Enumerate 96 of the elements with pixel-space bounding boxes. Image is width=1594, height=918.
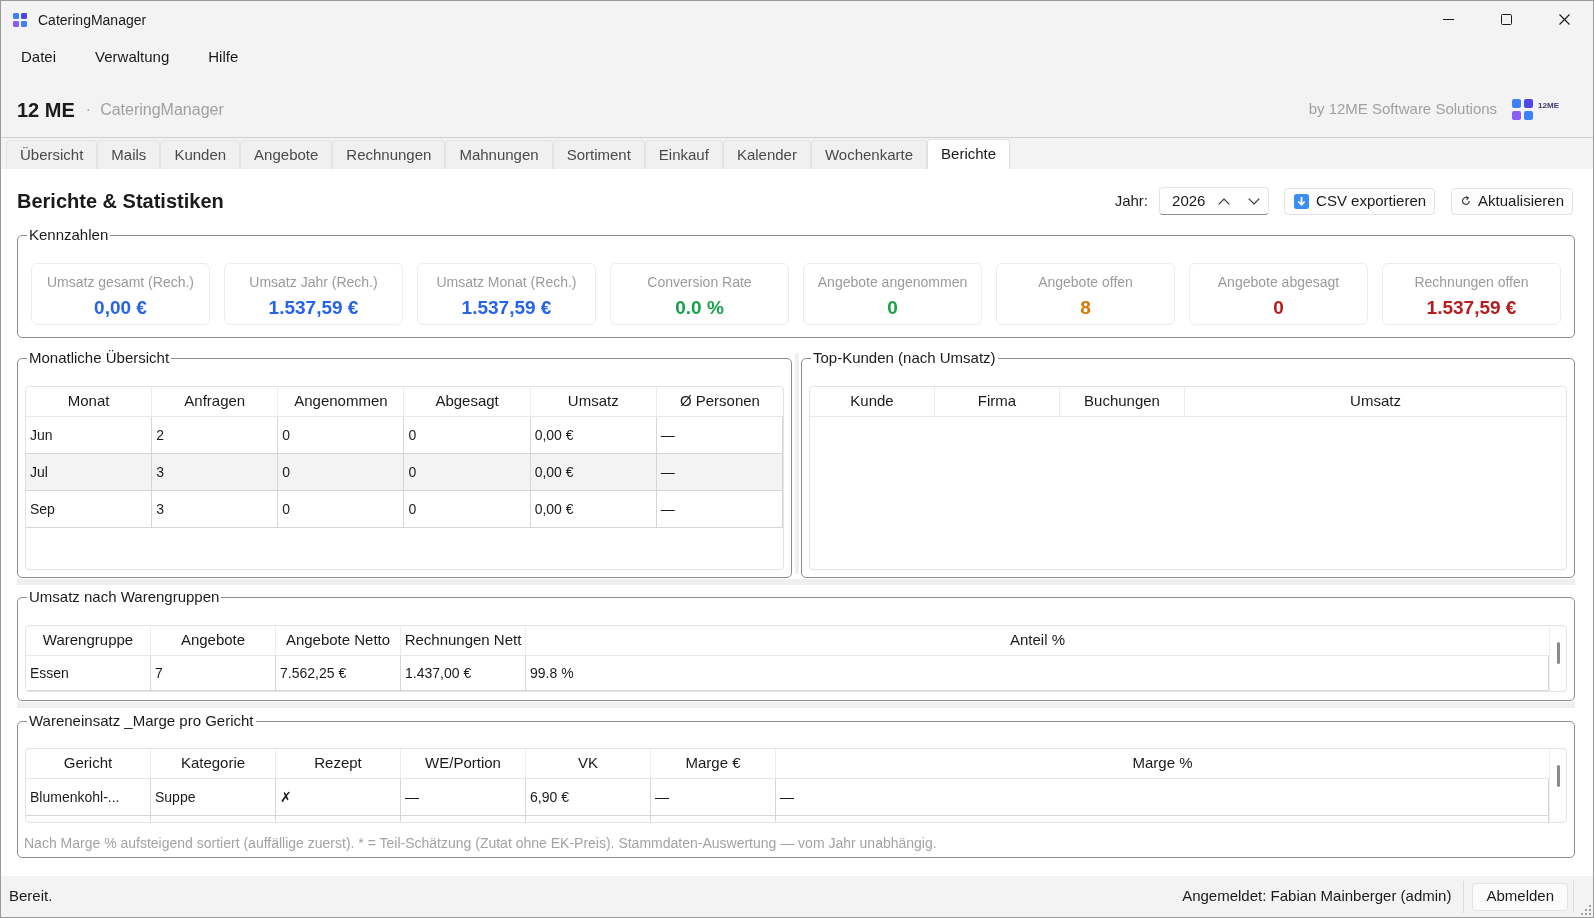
kpi-value: 0 (887, 296, 898, 319)
kpi-value: 0 (1273, 296, 1284, 319)
table-cell: Sep (26, 491, 153, 528)
separator-dot: · (85, 99, 92, 120)
tab[interactable]: Berichte (927, 139, 1011, 169)
year-field[interactable]: 2026 (1159, 187, 1270, 215)
table-cell: 3 (152, 491, 279, 528)
group-title: Kennzahlen (28, 226, 110, 244)
app-icon (13, 12, 27, 27)
table-cell: 0 (404, 454, 531, 491)
kpi-value: 1.537,59 € (461, 296, 552, 319)
table-cell: Essen (26, 656, 151, 691)
tab[interactable]: Sortiment (552, 140, 645, 169)
brand-name: 12 ME (17, 97, 75, 122)
tab[interactable]: Wochenkarte (810, 140, 928, 169)
footnote: Nach Marge % aufsteigend sortiert (auffällige zuerst). * = Teil-Schätzung (Zutat ohne EK-Preis). Stammdaten-Auswertung — vom Jahr unabhängig. (24, 834, 938, 852)
tab[interactable]: Kalender (722, 140, 811, 169)
table-cell: 0 (404, 417, 531, 454)
kpi-label: Umsatz Monat (Rech.) (436, 273, 577, 291)
refresh-icon (1461, 196, 1472, 206)
table-cell: 0,00 € (530, 491, 657, 528)
tab[interactable]: Einkauf (644, 140, 723, 169)
menu-item[interactable]: Verwaltung (95, 47, 170, 67)
tab[interactable]: Angebote (240, 140, 333, 169)
kpi-value: 1.537,59 € (1426, 296, 1517, 319)
column-header: Umsatz (1185, 387, 1566, 417)
table-cell: 0 (278, 417, 405, 454)
kpi-value: 1.537,59 € (268, 296, 359, 319)
table-cell: Blumenkohl-... (26, 779, 151, 816)
kpi-label: Umsatz Jahr (Rech.) (249, 273, 378, 291)
table-cell: 6,90 € (526, 779, 651, 816)
table-cell: ✗ (276, 779, 401, 816)
table-cell: — (656, 454, 783, 491)
tab[interactable]: Kunden (160, 140, 241, 169)
table-cell: 1.437,00 € (401, 656, 526, 691)
table-cell: 0 (278, 454, 405, 491)
kpi-value: 8 (1080, 296, 1091, 319)
logo-text: 12ME (1538, 100, 1559, 111)
download-icon (1294, 193, 1310, 209)
table-cell: — (656, 417, 783, 454)
minimize-icon[interactable] (1442, 19, 1454, 20)
tab[interactable]: Mails (97, 140, 161, 169)
logout-button[interactable]: Abmelden (1472, 882, 1568, 911)
table-cell: Jul (26, 454, 153, 491)
csv-export-button[interactable]: CSV exportieren (1284, 187, 1436, 215)
table-cell: 0 (404, 491, 531, 528)
byline: by 12ME Software Solutions (1308, 99, 1498, 120)
tab[interactable]: Übersicht (6, 140, 98, 169)
table-cell: — (656, 491, 783, 528)
close-icon[interactable] (1558, 14, 1570, 25)
table-cell: 0,00 € (530, 417, 657, 454)
table-cell: 7 (151, 656, 276, 691)
kpi-label: Rechnungen offen (1414, 273, 1529, 291)
logo-icon (1512, 99, 1534, 120)
status-message: Bereit. (9, 886, 53, 907)
chevron-up-icon[interactable] (1218, 197, 1231, 205)
maximize-icon[interactable] (1500, 14, 1512, 25)
column-header: Buchungen (1060, 387, 1185, 417)
scrollbar-thumb[interactable] (1556, 765, 1560, 787)
kpi-value: 0.0 % (675, 296, 724, 319)
menu-item[interactable]: Hilfe (208, 47, 239, 67)
group-title: Monatliche Übersicht (28, 349, 171, 367)
table-cell: — (401, 779, 526, 816)
tab[interactable]: Rechnungen (332, 140, 446, 169)
group-title: Wareneinsatz _Marge pro Gericht (28, 712, 255, 730)
kpi-value: 0,00 € (94, 296, 147, 319)
table-cell: 0,00 € (530, 454, 657, 491)
scrollbar-thumb[interactable] (1556, 642, 1560, 664)
table-cell: 7.562,25 € (276, 656, 401, 691)
kpi-label: Conversion Rate (647, 273, 752, 291)
window-title: CateringManager (38, 10, 147, 29)
kpi-label: Angebote offen (1038, 273, 1133, 291)
group-title: Top-Kunden (nach Umsatz) (812, 349, 997, 367)
tab[interactable]: Mahnungen (445, 140, 553, 169)
kpi-label: Angebote abgesagt (1217, 273, 1340, 291)
page-title: Berichte & Statistiken (17, 189, 224, 213)
group-title: Umsatz nach Warengruppen (28, 588, 221, 606)
table-cell: Jun (26, 417, 153, 454)
resize-grip-icon[interactable] (1581, 905, 1591, 915)
logged-in-user: Angemeldet: Fabian Mainberger (admin) (1182, 886, 1452, 907)
table-cell: 3 (152, 454, 279, 491)
table-cell: — (651, 779, 776, 816)
menu-item[interactable]: Datei (21, 47, 57, 67)
kpi-label: Angebote angenommen (817, 273, 968, 291)
year-label: Jahr: (1114, 190, 1149, 211)
table-cell: — (776, 779, 1549, 816)
kpi-label: Umsatz gesamt (Rech.) (46, 273, 194, 291)
column-header: Firma (935, 387, 1060, 417)
column-header: Kunde (810, 387, 935, 417)
table-cell: 2 (152, 417, 279, 454)
app-name: CateringManager (100, 99, 224, 120)
refresh-button[interactable]: Aktualisieren (1451, 187, 1573, 215)
table-cell: 0 (278, 491, 405, 528)
table-cell: 99.8 % (526, 656, 1549, 691)
chevron-down-icon[interactable] (1248, 197, 1261, 205)
table-cell: Suppe (151, 779, 276, 816)
